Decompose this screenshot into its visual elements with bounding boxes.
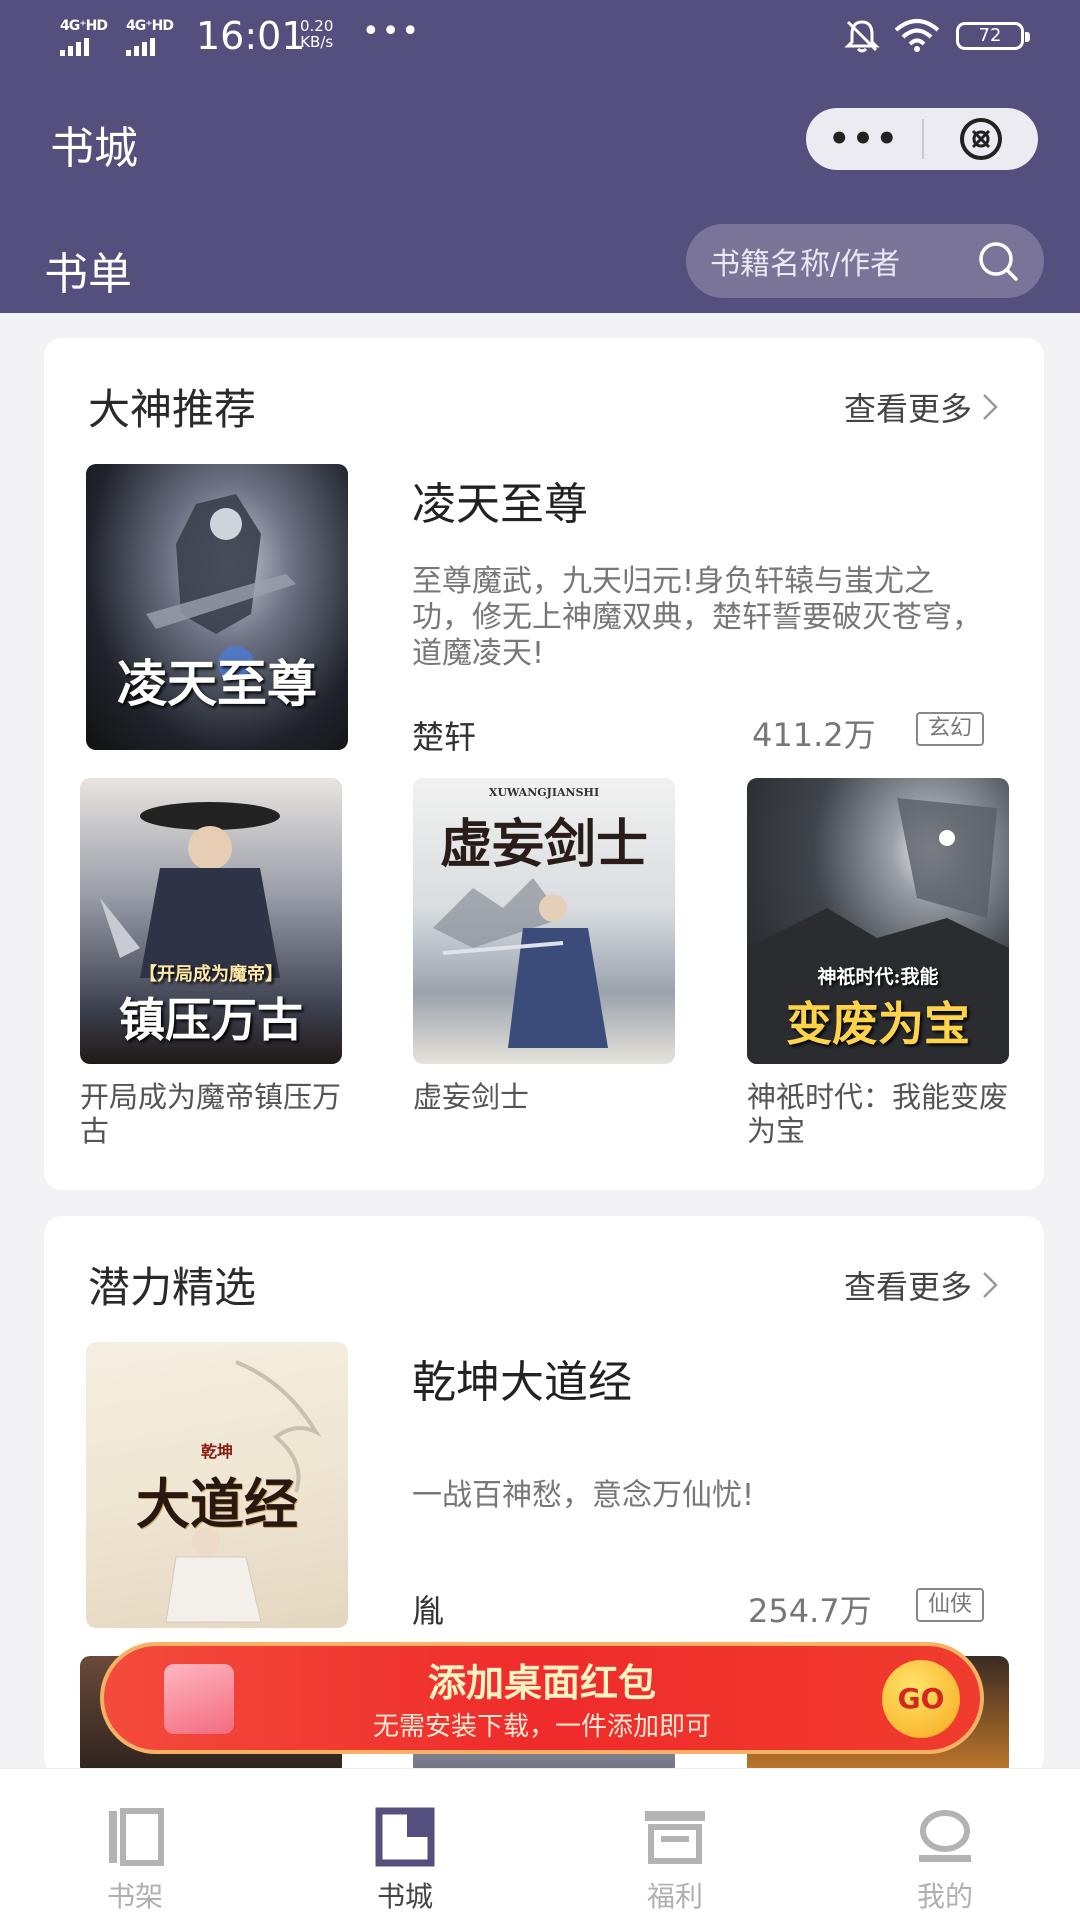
- card-title: 潜力精选: [88, 1263, 257, 1312]
- tab-profile[interactable]: 我的: [810, 1769, 1080, 1920]
- cover-subtitle: 【开局成为魔帝】: [139, 964, 283, 985]
- speed-unit: KB/s: [300, 33, 334, 51]
- recommend-card: 大神推荐 查看更多 凌天至尊 凌天至尊 至尊魔武，九天归元!身负轩辕与蚩尤之功，…: [44, 338, 1044, 1190]
- page-title: 书城: [50, 123, 138, 174]
- cover-subtitle: 乾坤: [200, 1442, 233, 1461]
- header: 4G⁺HD 4G⁺HD 16:01 0.20 KB/s ••• 72 书城 ••…: [0, 0, 1080, 313]
- featured-book-cover[interactable]: 凌天至尊: [86, 464, 348, 750]
- featured-book-genre-tag: 仙侠: [916, 1588, 985, 1622]
- more-button[interactable]: •••: [806, 119, 922, 159]
- go-button[interactable]: GO: [882, 1660, 960, 1738]
- search-icon[interactable]: [976, 239, 1020, 283]
- featured-book-description: 一战百神愁，意念万仙忧!: [412, 1478, 755, 1513]
- battery-icon: 72: [956, 22, 1030, 50]
- view-more-label: 查看更多: [843, 1268, 972, 1306]
- speed-value: 0.20: [300, 17, 334, 35]
- card-header: 大神推荐 查看更多: [88, 376, 1000, 434]
- book-name[interactable]: 虚妄剑士: [413, 1080, 675, 1114]
- add-to-desktop-banner[interactable]: 添加桌面红包 无需安装下载，一件添加即可 GO: [100, 1642, 984, 1754]
- book-cover[interactable]: XUWANGJIANSHI 虚妄剑士: [413, 778, 675, 1064]
- signal-icon-1: 4G⁺HD: [60, 18, 108, 56]
- card-header: 潜力精选 查看更多: [88, 1254, 1000, 1312]
- featured-book-author: 楚轩: [412, 718, 477, 756]
- featured-book-description: 至尊魔武，九天归元!身负轩辕与蚩尤之功，修无上神魔双典，楚轩誓要破灭苍穹，道魔凌…: [412, 564, 982, 671]
- signal-label-1: 4G⁺HD: [60, 18, 108, 34]
- view-more-label: 查看更多: [843, 390, 972, 428]
- section-title: 书单: [44, 249, 132, 300]
- profile-icon: [919, 1810, 971, 1862]
- book-name[interactable]: 开局成为魔帝镇压万古: [80, 1080, 342, 1148]
- promo-subtitle: 无需安装下载，一件添加即可: [372, 1712, 711, 1742]
- cover-subtitle: 神祇时代:我能: [817, 966, 939, 988]
- search-bar[interactable]: 书籍名称/作者: [686, 224, 1044, 298]
- book-name[interactable]: 神祇时代：我能变废为宝: [747, 1080, 1009, 1148]
- tab-bookstore[interactable]: 书城: [270, 1769, 540, 1920]
- featured-book-cover[interactable]: 乾坤 大道经: [86, 1342, 348, 1628]
- tab-label: 书架: [106, 1880, 163, 1913]
- tab-bookshelf[interactable]: 书架: [0, 1769, 270, 1920]
- cover-title: 镇压万古: [119, 993, 303, 1047]
- close-button[interactable]: [924, 115, 1038, 163]
- featured-book-read-count: 411.2万: [752, 716, 876, 754]
- status-more-icon: •••: [362, 14, 422, 49]
- cover-title: 凌天至尊: [117, 654, 317, 713]
- cover-title: 大道经: [136, 1472, 298, 1536]
- status-time: 16:01: [196, 14, 306, 58]
- search-placeholder: 书籍名称/作者: [710, 247, 901, 282]
- bookstore-icon: [375, 1807, 435, 1867]
- featured-book-title[interactable]: 乾坤大道经: [412, 1346, 632, 1410]
- cover-subtitle: XUWANGJIANSHI: [488, 786, 600, 799]
- close-circle-icon: [960, 118, 1002, 160]
- tab-welfare[interactable]: 福利: [540, 1769, 810, 1920]
- bookshelf-icon: [109, 1808, 164, 1866]
- cover-title: 虚妄剑士: [439, 814, 648, 875]
- chevron-right-icon: [983, 394, 998, 420]
- featured-book-genre-tag: 玄幻: [916, 712, 985, 746]
- network-speed: 0.20 KB/s: [300, 18, 333, 50]
- status-bar: 4G⁺HD 4G⁺HD 16:01 0.20 KB/s ••• 72: [0, 0, 1080, 70]
- book-cover[interactable]: 神祇时代:我能 变废为宝: [747, 778, 1009, 1064]
- chevron-right-icon: [983, 1272, 998, 1298]
- promo-title: 添加桌面红包: [427, 1661, 656, 1705]
- featured-book-author: 胤: [412, 1592, 445, 1630]
- tab-label: 书城: [376, 1880, 433, 1913]
- view-more-link[interactable]: 查看更多: [844, 1262, 1000, 1308]
- book-cover[interactable]: 【开局成为魔帝】 镇压万古: [80, 778, 342, 1064]
- tab-label: 我的: [916, 1880, 973, 1913]
- view-more-link[interactable]: 查看更多: [844, 384, 1000, 430]
- wifi-icon: [894, 19, 940, 52]
- featured-book-title[interactable]: 凌天至尊: [412, 468, 588, 532]
- featured-book-read-count: 254.7万: [748, 1592, 872, 1630]
- tab-label: 福利: [646, 1880, 703, 1913]
- cover-title: 变废为宝: [786, 997, 970, 1051]
- signal-label-2: 4G⁺HD: [126, 18, 174, 34]
- mini-program-capsule: •••: [806, 108, 1038, 170]
- mute-bell-icon: [844, 20, 880, 53]
- welfare-icon: [645, 1811, 705, 1864]
- card-title: 大神推荐: [88, 385, 257, 434]
- signal-icon-2: 4G⁺HD: [126, 18, 174, 56]
- bottom-tab-bar: 书架 书城 福利 我的: [0, 1768, 1080, 1920]
